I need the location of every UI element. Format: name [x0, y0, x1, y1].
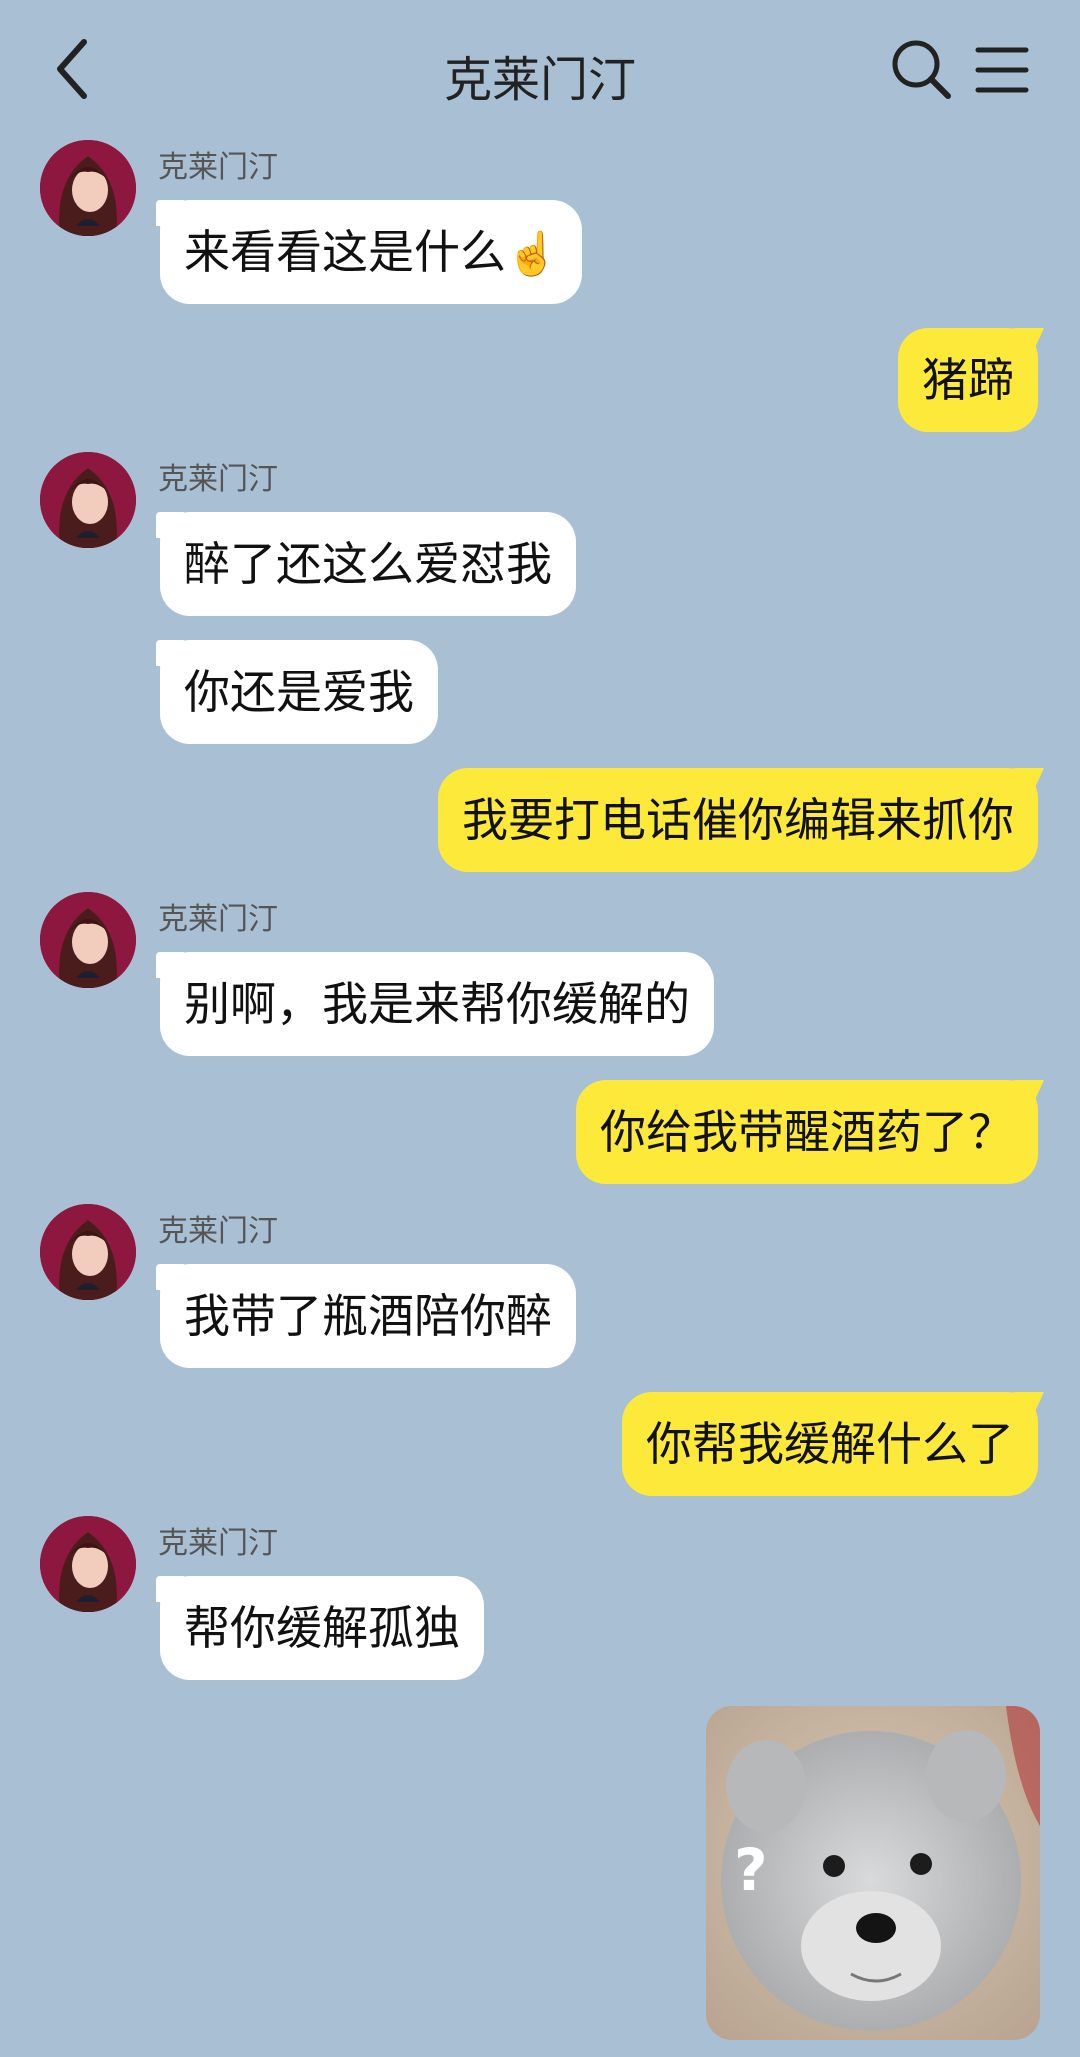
incoming-message-bubble[interactable]: 我带了瓶酒陪你醉 — [156, 1264, 576, 1368]
avatar[interactable] — [40, 452, 136, 548]
avatar[interactable] — [40, 140, 136, 236]
message-text: 我要打电话催你编辑来抓你 — [462, 793, 1014, 847]
incoming-message-bubble[interactable]: 你还是爱我 — [156, 640, 438, 744]
dog-sticker-image[interactable]: ? — [706, 1706, 1040, 2040]
sender-name: 克莱门汀 — [158, 1214, 278, 1249]
question-mark: ? — [734, 1836, 768, 1904]
incoming-message-bubble[interactable]: 别啊，我是来帮你缓解的 — [156, 952, 714, 1056]
avatar-portrait — [40, 892, 136, 988]
message-text: 你帮我缓解什么了 — [646, 1417, 1014, 1471]
outgoing-message-bubble[interactable]: 你帮我缓解什么了 — [622, 1392, 1038, 1496]
search-icon — [892, 40, 951, 99]
avatar-portrait — [40, 140, 136, 236]
pointing-up-emoji: ☝️ — [506, 229, 559, 278]
message-text: 你还是爱我 — [184, 665, 414, 719]
message-text: 我带了瓶酒陪你醉 — [184, 1289, 552, 1343]
message-text: 醉了还这么爱怼我 — [184, 537, 552, 591]
sender-name: 克莱门汀 — [158, 1526, 278, 1561]
avatar[interactable] — [40, 892, 136, 988]
menu-button[interactable] — [972, 40, 1032, 100]
sender-name: 克莱门汀 — [158, 902, 278, 937]
message-text: 帮你缓解孤独 — [184, 1601, 460, 1655]
message-text: 你给我带醒酒药了？ — [600, 1105, 1014, 1159]
outgoing-message-bubble[interactable]: 你给我带醒酒药了？ — [576, 1080, 1038, 1184]
incoming-message-bubble[interactable]: 醉了还这么爱怼我 — [156, 512, 576, 616]
avatar-portrait — [40, 1516, 136, 1612]
avatar-portrait — [40, 452, 136, 548]
incoming-message-bubble[interactable]: 来看看这是什么☝️ — [155, 200, 583, 304]
sender-name: 克莱门汀 — [158, 150, 278, 185]
avatar[interactable] — [40, 1516, 136, 1612]
search-button[interactable] — [888, 36, 954, 102]
chat-header: 克莱门汀 — [0, 0, 1080, 140]
outgoing-message-bubble[interactable]: 猪蹄 — [898, 328, 1038, 432]
message-text: 别啊，我是来帮你缓解的 — [184, 977, 690, 1031]
avatar-portrait — [40, 1204, 136, 1300]
message-text: 来看看这是什么 — [184, 225, 506, 279]
outgoing-message-bubble[interactable]: 我要打电话催你编辑来抓你 — [438, 768, 1038, 872]
incoming-message-bubble[interactable]: 帮你缓解孤独 — [156, 1576, 484, 1680]
sender-name: 克莱门汀 — [158, 462, 278, 497]
hamburger-menu-icon — [975, 47, 1029, 93]
message-text: 猪蹄 — [922, 353, 1014, 407]
avatar[interactable] — [40, 1204, 136, 1300]
